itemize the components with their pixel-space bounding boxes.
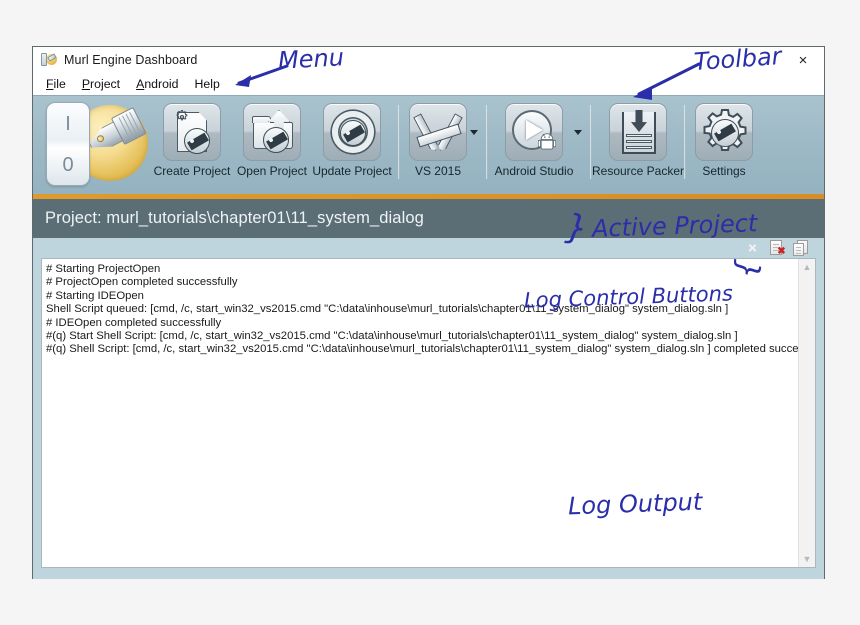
log-panel: ✖ # Starting ProjectOpen # ProjectOpen c… xyxy=(33,238,824,579)
menu-item-file[interactable]: File xyxy=(39,75,75,93)
menu-item-android[interactable]: Android xyxy=(129,75,187,93)
play-android-icon xyxy=(505,103,563,161)
log-output-box[interactable]: # Starting ProjectOpen # ProjectOpen com… xyxy=(41,258,816,568)
menu-item-project[interactable]: Project xyxy=(75,75,129,93)
toolbar: I 0 Create Project Open Project Update P… xyxy=(33,95,824,194)
toolbar-label-settings: Settings xyxy=(702,164,746,178)
toolbar-group-ide: VS 2015 xyxy=(406,103,480,178)
log-line: # Starting ProjectOpen xyxy=(46,263,161,275)
ruler-pencil-icon xyxy=(409,103,467,161)
android-robot-icon xyxy=(538,133,556,150)
piston-badge-icon xyxy=(340,120,366,146)
active-project-title: Project: murl_tutorials\chapter01\11_sys… xyxy=(45,209,424,227)
scroll-up-arrow-icon[interactable]: ▲ xyxy=(799,259,815,275)
toolbar-label-vs-2015: VS 2015 xyxy=(414,164,462,178)
log-line: Shell Script queued: [cmd, /c, start_win… xyxy=(46,303,729,316)
log-line: # Starting IDEOpen xyxy=(46,289,144,302)
vs-2015-dropdown-arrow[interactable] xyxy=(468,103,480,161)
refresh-piston-icon xyxy=(323,103,381,161)
toolbar-label-open-project: Open Project xyxy=(236,164,308,178)
copy-log-button[interactable] xyxy=(793,240,809,256)
piston-badge-icon xyxy=(711,119,739,147)
scroll-down-arrow-icon[interactable]: ▼ xyxy=(799,551,815,567)
red-x-icon: ✖ xyxy=(777,246,786,257)
screenshot-root: Murl Engine Dashboard × File Project And… xyxy=(0,0,860,625)
toolbar-group-android: Android Studio xyxy=(494,103,584,178)
switch-off-glyph: 0 xyxy=(62,154,74,176)
power-switch-icon: I 0 xyxy=(46,102,90,186)
clear-log-button[interactable]: ✖ xyxy=(769,240,786,257)
log-line: #(q) Start Shell Script: [cmd, /c, start… xyxy=(46,330,738,343)
toolbar-separator xyxy=(684,105,686,179)
toolbar-button-open-project[interactable]: Open Project xyxy=(233,103,311,178)
toolbar-group-project: Create Project Open Project Update Proje… xyxy=(152,103,392,178)
log-line: #(q) Shell Script: [cmd, /c, start_win32… xyxy=(46,343,798,356)
toolbar-button-resource-packer[interactable]: Resource Packer xyxy=(592,103,684,178)
piston-badge-icon xyxy=(263,127,289,153)
toolbar-button-create-project[interactable]: Create Project xyxy=(153,103,231,178)
window-titlebar: Murl Engine Dashboard × xyxy=(33,47,824,73)
package-download-icon xyxy=(609,103,667,161)
piston-badge-icon xyxy=(184,128,210,154)
log-vertical-scrollbar[interactable]: ▲ ▼ xyxy=(798,259,815,567)
open-folder-piston-icon xyxy=(243,103,301,161)
toolbar-button-settings[interactable]: Settings xyxy=(693,103,755,178)
murl-engine-logo: I 0 xyxy=(40,100,152,190)
dashboard-window: Murl Engine Dashboard × File Project And… xyxy=(32,46,825,579)
murl-engine-icon xyxy=(41,52,57,68)
toolbar-label-update-project: Update Project xyxy=(312,164,392,178)
toolbar-button-android-studio[interactable]: Android Studio xyxy=(495,103,573,178)
android-studio-dropdown-arrow[interactable] xyxy=(572,103,584,161)
new-document-piston-icon xyxy=(163,103,221,161)
menu-item-help[interactable]: Help xyxy=(188,75,229,93)
toolbar-button-groups: Create Project Open Project Update Proje… xyxy=(152,103,756,179)
stop-button[interactable] xyxy=(745,240,761,256)
menu-bar: File Project Android Help xyxy=(33,73,824,95)
toolbar-separator xyxy=(486,105,488,179)
log-line: # ProjectOpen completed successfully xyxy=(46,276,238,289)
toolbar-separator xyxy=(398,105,400,179)
gear-piston-icon xyxy=(695,103,753,161)
window-title: Murl Engine Dashboard xyxy=(64,53,198,67)
log-output-text: # Starting ProjectOpen # ProjectOpen com… xyxy=(42,259,798,567)
switch-on-glyph: I xyxy=(65,113,71,135)
close-window-button[interactable]: × xyxy=(786,48,820,72)
toolbar-label-create-project: Create Project xyxy=(153,164,231,178)
active-project-banner: Project: murl_tutorials\chapter01\11_sys… xyxy=(33,199,824,238)
log-line: # IDEOpen completed successfully xyxy=(46,316,222,329)
gear-small-icon xyxy=(176,110,188,121)
toolbar-button-vs-2015[interactable]: VS 2015 xyxy=(407,103,469,178)
toolbar-label-resource-packer: Resource Packer xyxy=(591,164,685,178)
toolbar-label-android-studio: Android Studio xyxy=(494,164,574,178)
toolbar-button-update-project[interactable]: Update Project xyxy=(312,103,392,178)
toolbar-group-tools: Resource Packer xyxy=(592,103,684,178)
toolbar-group-settings: Settings xyxy=(692,103,756,178)
log-control-buttons: ✖ xyxy=(41,238,816,258)
